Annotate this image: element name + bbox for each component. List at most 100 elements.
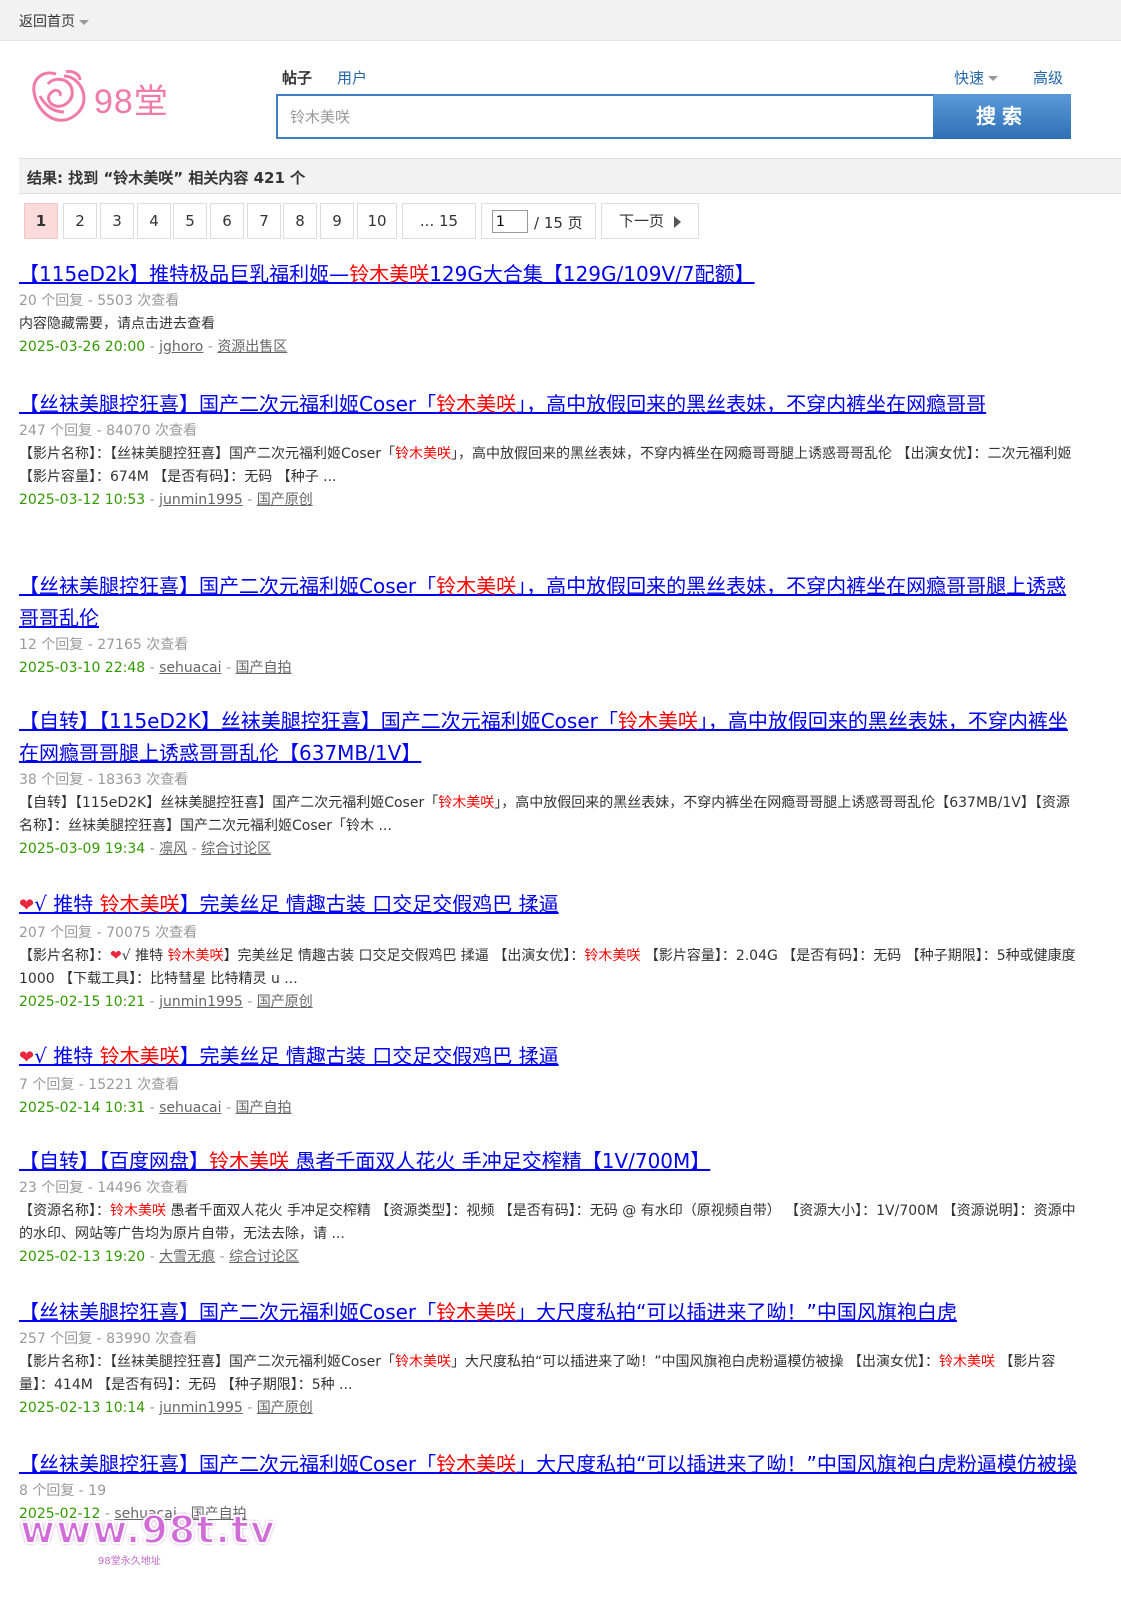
result-forum-link[interactable]: 国产自拍	[235, 1100, 291, 1116]
page-link-9[interactable]: 9	[320, 203, 354, 239]
result-description: 【自转】【115eD2K】丝袜美腿控狂喜】国产二次元福利姬Coser「铃木美咲」…	[19, 792, 1079, 838]
result-author-link[interactable]: junmin1995	[159, 994, 243, 1010]
text-segment: √ 推特	[121, 948, 168, 964]
keyword-highlight: 铃木美咲	[395, 446, 452, 462]
arrow-right-icon	[674, 215, 681, 228]
result-description: 【影片名称】：【丝袜美腿控狂喜】国产二次元福利姬Coser「铃木美咲」，高中放假…	[19, 443, 1079, 489]
result-title-link[interactable]: 【丝袜美腿控狂喜】国产二次元福利姬Coser「铃木美咲」大尺度私拍“可以插进来了…	[19, 1448, 1079, 1480]
text-segment: 【自转】【115eD2K】丝袜美腿控狂喜】国产二次元福利姬Coser「	[19, 795, 439, 811]
tab-users[interactable]: 用户	[337, 67, 367, 88]
page-link-3[interactable]: 3	[100, 203, 134, 239]
result-date: 2025-02-15 10:21	[19, 994, 146, 1010]
keyword-highlight: 铃木美咲	[438, 795, 495, 811]
text-segment: 【丝袜美腿控狂喜】国产二次元福利姬Coser「	[19, 392, 437, 416]
result-stats: 257 个回复 - 83990 次查看	[19, 1331, 198, 1347]
next-page-label: 下一页	[618, 212, 664, 230]
back-home-link[interactable]: 返回首页	[19, 11, 89, 31]
result-author-link[interactable]: 大雪无痕	[159, 1249, 215, 1265]
result-forum-link[interactable]: 国产原创	[257, 1400, 313, 1416]
result-meta: 2025-03-12 10:53 - junmin1995 - 国产原创	[19, 489, 1079, 512]
result-forum-link[interactable]: 国产自拍	[235, 660, 291, 676]
separator: -	[215, 1249, 230, 1265]
site-watermark: www.98t.tv 98堂永久地址	[19, 1507, 276, 1567]
top-bar: 返回首页	[0, 0, 1121, 41]
result-forum-link[interactable]: 国产原创	[257, 492, 313, 508]
page-link-1[interactable]: 1	[24, 203, 58, 239]
tab-posts[interactable]: 帖子	[282, 67, 312, 88]
result-summary-bar: 结果: 找到 “铃木美咲” 相关内容 421 个	[19, 158, 1121, 194]
result-date: 2025-03-09 19:34	[19, 841, 146, 857]
result-description: 内容隐藏需要，请点击进去查看	[19, 313, 1079, 336]
result-title-link[interactable]: 【丝袜美腿控狂喜】国产二次元福利姬Coser「铃木美咲」大尺度私拍“可以插进来了…	[19, 1296, 1079, 1328]
result-title-link[interactable]: 【自转】【百度网盘】铃木美咲 愚者千面双人花火 手冲足交榨精【1V/700M】	[19, 1145, 1079, 1177]
result-author-link[interactable]: 凛风	[159, 841, 187, 857]
separator: -	[145, 1400, 160, 1416]
separator: -	[145, 1100, 160, 1116]
result-author-link[interactable]: jghoro	[159, 339, 203, 355]
chevron-down-icon	[79, 19, 89, 25]
text-segment: 】完美丝足 情趣古装 口交足交假鸡巴 揉逼	[179, 1044, 559, 1068]
result-meta: 2025-03-26 20:00 - jghoro - 资源出售区	[19, 336, 1079, 359]
result-author-link[interactable]: junmin1995	[159, 492, 243, 508]
result-item: ❤√ 推特 铃木美咲】完美丝足 情趣古装 口交足交假鸡巴 揉逼 207 个回复 -…	[19, 888, 1079, 1014]
result-stats: 20 个回复 - 5503 次查看	[19, 293, 180, 309]
page-link-8[interactable]: 8	[283, 203, 317, 239]
keyword-highlight: 铃木美咲	[209, 1149, 289, 1173]
result-author-link[interactable]: sehuacai	[159, 660, 221, 676]
result-author-link[interactable]: junmin1995	[159, 1400, 243, 1416]
text-segment: 【影片名称】：【丝袜美腿控狂喜】国产二次元福利姬Coser「	[19, 1354, 396, 1370]
result-forum-link[interactable]: 综合讨论区	[229, 1249, 299, 1265]
page-link-7[interactable]: 7	[247, 203, 281, 239]
separator: -	[145, 994, 160, 1010]
text-segment: 】完美丝足 情趣古装 口交足交假鸡巴 揉逼	[179, 892, 559, 916]
text-segment: 【115eD2k】推特极品巨乳福利姬—	[19, 262, 350, 286]
page-jump: / 15 页	[481, 203, 596, 239]
result-meta: 2025-02-14 10:31 - sehuacai - 国产自拍	[19, 1097, 1079, 1120]
result-forum-link[interactable]: 资源出售区	[217, 339, 287, 355]
separator: -	[242, 994, 257, 1010]
result-title-link[interactable]: ❤√ 推特 铃木美咲】完美丝足 情趣古装 口交足交假鸡巴 揉逼	[19, 1040, 1079, 1074]
quick-search-dropdown[interactable]: 快速	[954, 67, 999, 88]
text-segment: 【自转】【百度网盘】	[19, 1149, 209, 1173]
result-summary: 结果: 找到 “铃木美咲” 相关内容 421 个	[27, 169, 306, 187]
page-link-4[interactable]: 4	[137, 203, 171, 239]
text-segment: 【自转】【115eD2K】丝袜美腿控狂喜】国产二次元福利姬Coser「	[19, 709, 618, 733]
result-title-link[interactable]: ❤√ 推特 铃木美咲】完美丝足 情趣古装 口交足交假鸡巴 揉逼	[19, 888, 1079, 922]
result-forum-link[interactable]: 国产原创	[257, 994, 313, 1010]
result-meta: 2025-02-13 10:14 - junmin1995 - 国产原创	[19, 1397, 1079, 1420]
result-title-link[interactable]: 【自转】【115eD2K】丝袜美腿控狂喜】国产二次元福利姬Coser「铃木美咲」…	[19, 705, 1079, 769]
text-segment: 【丝袜美腿控狂喜】国产二次元福利姬Coser「	[19, 1300, 437, 1324]
heart-icon: ❤	[19, 895, 35, 916]
result-forum-link[interactable]: 综合讨论区	[201, 841, 271, 857]
page-link-5[interactable]: 5	[173, 203, 207, 239]
text-segment: 」，高中放假回来的黑丝表妹，不穿内裤坐在网瘾哥哥	[516, 392, 987, 416]
text-segment: 】完美丝足 情趣古装 口交足交假鸡巴 揉逼 【出演女优】：	[223, 948, 585, 964]
page-link-2[interactable]: 2	[63, 203, 97, 239]
result-description: 【资源名称】：铃木美咲 愚者千面双人花火 手冲足交榨精 【资源类型】：视频 【是…	[19, 1200, 1079, 1246]
result-title-link[interactable]: 【丝袜美腿控狂喜】国产二次元福利姬Coser「铃木美咲」，高中放假回来的黑丝表妹…	[19, 388, 1079, 420]
result-author-link[interactable]: sehuacai	[159, 1100, 221, 1116]
text-segment: 愚者千面双人花火 手冲足交榨精【1V/700M】	[289, 1149, 711, 1173]
text-segment: 」大尺度私拍“可以插进来了呦！”中国风旗袍白虎粉逼模仿被操 【出演女优】：	[451, 1354, 939, 1370]
separator: -	[221, 660, 236, 676]
separator: -	[187, 841, 202, 857]
page-link-last[interactable]: ... 15	[402, 203, 476, 239]
separator: -	[203, 339, 218, 355]
result-meta: 2025-03-10 22:48 - sehuacai - 国产自拍	[19, 657, 1079, 680]
keyword-highlight: 铃木美咲	[436, 1452, 517, 1476]
search-input[interactable]	[278, 96, 936, 137]
page-jump-input[interactable]	[492, 210, 528, 233]
result-title-link[interactable]: 【丝袜美腿控狂喜】国产二次元福利姬Coser「铃木美咲」，高中放假回来的黑丝表妹…	[19, 570, 1079, 634]
result-title-link[interactable]: 【115eD2k】推特极品巨乳福利姬—铃木美咲129G大合集【129G/109V…	[19, 258, 1079, 290]
next-page-button[interactable]: 下一页	[601, 203, 699, 239]
result-description: 【影片名称】：❤√ 推特 铃木美咲】完美丝足 情趣古装 口交足交假鸡巴 揉逼 【…	[19, 945, 1079, 991]
quick-search-label: 快速	[954, 69, 985, 87]
keyword-highlight: 铃木美咲	[110, 1203, 166, 1219]
text-segment: 【影片名称】：	[19, 948, 110, 964]
search-button[interactable]: 搜索	[933, 94, 1071, 139]
page-link-10[interactable]: 10	[357, 203, 397, 239]
keyword-highlight: 铃木美咲	[436, 1300, 517, 1324]
page-link-6[interactable]: 6	[210, 203, 244, 239]
search-box	[276, 94, 936, 139]
advanced-search-link[interactable]: 高级	[1033, 67, 1063, 88]
